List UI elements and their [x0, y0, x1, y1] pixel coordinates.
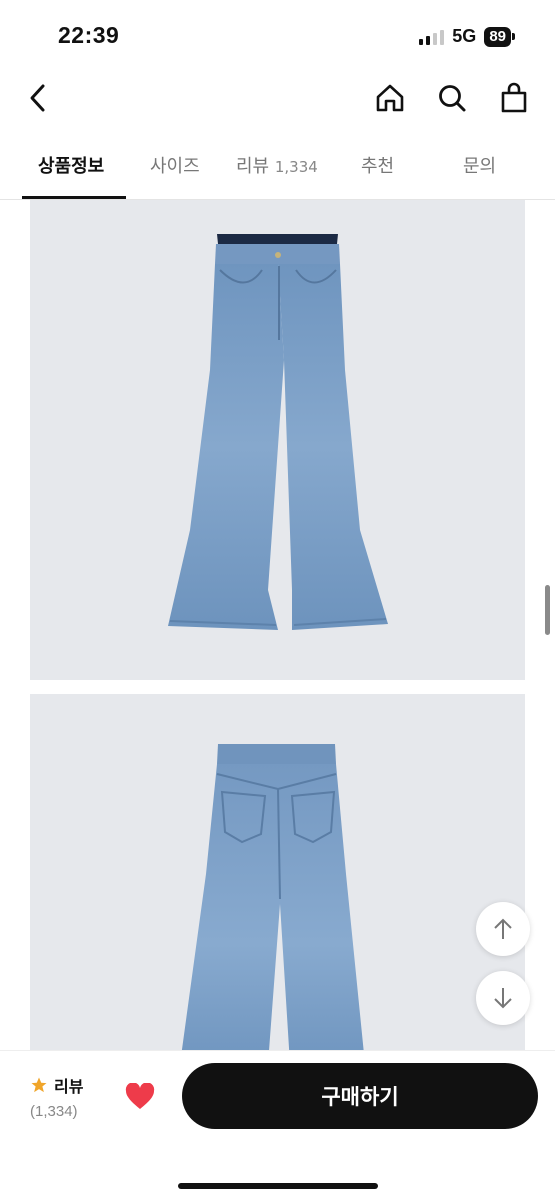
network-type: 5G	[452, 26, 477, 46]
status-time: 22:39	[58, 22, 120, 48]
top-navigation	[0, 70, 555, 126]
star-icon	[31, 1077, 47, 1093]
bottom-action-bar: 리뷰 (1,334) 구매하기	[0, 1050, 555, 1200]
status-indicators: 5G 89	[419, 26, 515, 47]
battery-level: 89	[484, 26, 511, 47]
arrow-down-icon	[494, 988, 512, 1009]
scroll-up-button[interactable]	[476, 902, 530, 956]
shopping-bag-icon	[501, 82, 527, 113]
home-indicator	[178, 1183, 378, 1189]
home-button[interactable]	[372, 80, 408, 116]
back-button[interactable]	[20, 80, 56, 116]
product-tabs: 상품정보 사이즈 리뷰 1,334 추천 문의	[0, 140, 555, 200]
product-image-back	[30, 694, 525, 1064]
tab-review-label: 리뷰	[236, 156, 270, 177]
signal-icon	[419, 29, 445, 45]
search-button[interactable]	[434, 80, 470, 116]
scroll-down-button[interactable]	[476, 971, 530, 1025]
chevron-left-icon	[30, 84, 45, 112]
search-icon	[439, 85, 466, 112]
arrow-up-icon	[494, 918, 512, 939]
product-image-front	[30, 200, 525, 680]
buy-button[interactable]: 구매하기	[182, 1063, 538, 1129]
scrollbar[interactable]	[545, 585, 550, 635]
review-summary[interactable]: 리뷰 (1,334)	[30, 1073, 83, 1120]
review-label: 리뷰	[54, 1077, 84, 1096]
review-count: (1,334)	[30, 1103, 78, 1120]
wishlist-button[interactable]	[122, 1079, 158, 1115]
tab-review-count: 1,334	[274, 158, 318, 176]
tab-recommend[interactable]: 추천	[361, 152, 394, 178]
tab-product-info[interactable]: 상품정보	[38, 152, 104, 178]
tab-inquiry[interactable]: 문의	[463, 152, 496, 178]
tab-review[interactable]: 리뷰 1,334	[236, 152, 318, 178]
heart-icon	[125, 1083, 155, 1109]
home-icon	[376, 84, 404, 112]
status-bar: 22:39 5G 89	[0, 0, 555, 62]
tab-size[interactable]: 사이즈	[150, 152, 200, 178]
active-tab-indicator	[22, 196, 126, 199]
battery-icon: 89	[484, 26, 515, 47]
cart-button[interactable]	[496, 80, 532, 116]
